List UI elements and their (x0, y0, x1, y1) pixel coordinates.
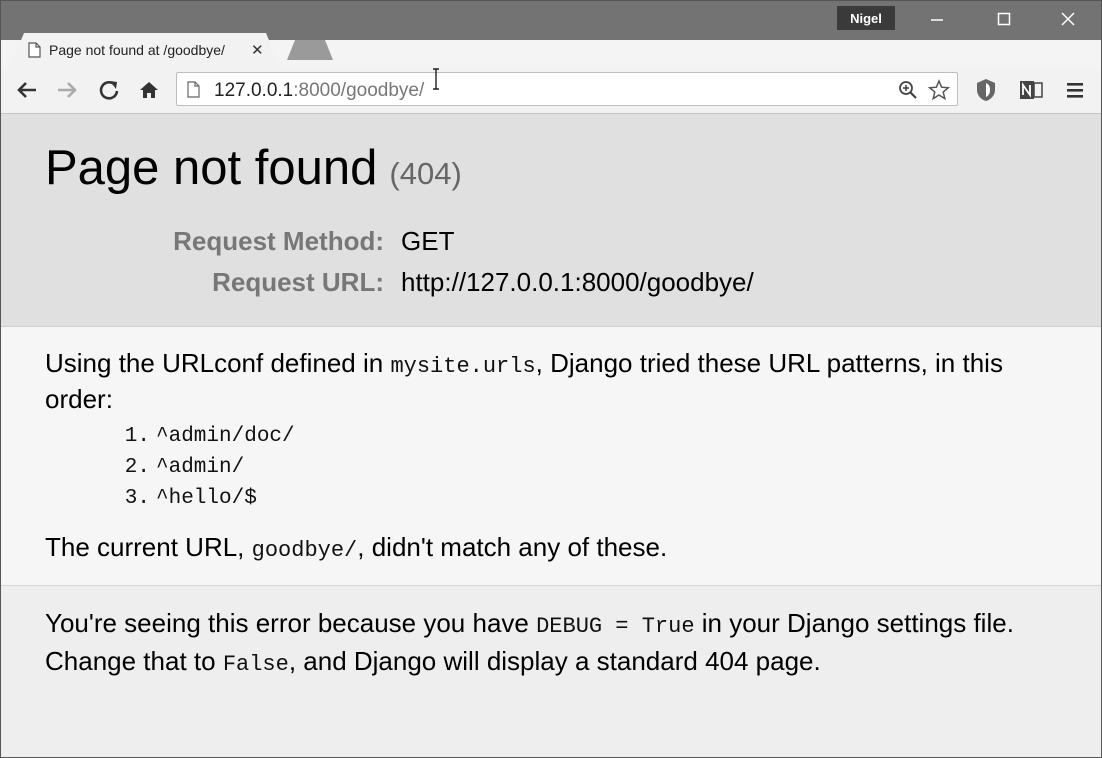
tab-active[interactable]: Page not found at /goodbye/ ✕ (10, 33, 280, 67)
onenote-icon (1020, 81, 1043, 99)
back-button[interactable] (14, 77, 40, 103)
address-bar[interactable]: 127.0.0.1:8000/goodbye/ (176, 72, 958, 106)
menu-button[interactable] (1062, 77, 1088, 103)
close-icon (1061, 12, 1075, 26)
url-pattern: ^admin/ (156, 456, 245, 479)
request-method-row: Request Method: GET (0, 226, 1102, 260)
explanation-text: You're seeing this error because you hav… (45, 606, 1045, 682)
explanation-part-3: , and Django will display a standard 404… (288, 646, 821, 676)
url-pattern-list: 1. ^admin/doc/ 2. ^admin/ 3. ^hello/$ (110, 425, 295, 518)
extension-button[interactable] (973, 77, 999, 103)
profile-button[interactable]: Nigel (837, 6, 895, 30)
mismatch-text-start: The current URL, (45, 532, 252, 562)
forward-button[interactable] (54, 77, 80, 103)
reload-button[interactable] (96, 77, 122, 103)
zoom-button[interactable] (897, 79, 919, 101)
url-host: 127.0.0.1 (214, 80, 294, 101)
url-path: :8000/goodbye/ (293, 80, 425, 101)
mismatch-text-end: , didn't match any of these. (357, 532, 668, 562)
minimize-icon (931, 19, 943, 21)
shield-extension-icon (977, 79, 995, 101)
page-icon (28, 42, 41, 58)
request-url-row: Request URL: http://127.0.0.1:8000/goodb… (0, 267, 1102, 301)
back-arrow-icon (17, 82, 36, 98)
url-pattern: ^hello/$ (156, 487, 257, 510)
hamburger-menu-icon (1067, 83, 1083, 98)
home-icon (140, 82, 158, 98)
forward-arrow-icon (58, 82, 77, 98)
error-info: Using the URLconf defined in mysite.urls… (0, 327, 1102, 586)
status-code: (404) (389, 156, 462, 191)
request-method-label: Request Method: (173, 226, 384, 256)
error-summary: Page not found (404) Request Method: GET … (0, 114, 1102, 327)
false-value: False (222, 652, 289, 677)
page-info-icon (187, 81, 200, 98)
urlconf-intro: Using the URLconf defined in mysite.urls… (45, 347, 1035, 416)
address-url: 127.0.0.1:8000/goodbye/ (214, 80, 424, 102)
zoom-icon (899, 81, 917, 99)
debug-explanation: You're seeing this error because you hav… (0, 586, 1102, 758)
list-item: 1. ^admin/doc/ (110, 425, 295, 456)
profile-name: Nigel (850, 10, 882, 26)
list-item: 2. ^admin/ (110, 456, 295, 487)
new-tab-button[interactable] (287, 40, 333, 60)
current-url: goodbye/ (251, 538, 358, 563)
urlconf-module: mysite.urls (390, 354, 536, 379)
maximize-icon (997, 12, 1011, 26)
pattern-number: 1. (124, 425, 150, 448)
debug-setting: DEBUG = True (536, 614, 695, 639)
onenote-button[interactable] (1018, 77, 1044, 103)
close-window-button[interactable] (1046, 4, 1090, 34)
home-button[interactable] (136, 77, 162, 103)
page-title-text: Page not found (45, 141, 378, 195)
request-url-label: Request URL: (212, 267, 384, 297)
mismatch-message: The current URL, goodbye/, didn't match … (45, 532, 667, 563)
text-cursor-icon (433, 68, 439, 90)
intro-text-start: Using the URLconf defined in (45, 348, 391, 378)
bookmark-star-button[interactable] (928, 79, 950, 101)
pattern-number: 3. (124, 487, 150, 510)
tab-close-icon[interactable]: ✕ (251, 41, 264, 59)
tab-title: Page not found at /goodbye/ (49, 42, 225, 58)
maximize-button[interactable] (982, 4, 1026, 34)
page-title: Page not found (404) (45, 138, 462, 204)
reload-icon (99, 81, 119, 100)
pattern-number: 2. (124, 456, 150, 479)
browser-toolbar: 127.0.0.1:8000/goodbye/ (0, 67, 1102, 114)
list-item: 3. ^hello/$ (110, 487, 295, 518)
star-icon (928, 79, 950, 101)
url-pattern: ^admin/doc/ (156, 425, 295, 448)
request-method-value: GET (401, 226, 455, 256)
explanation-part-1: You're seeing this error because you hav… (45, 608, 537, 638)
request-url-value: http://127.0.0.1:8000/goodbye/ (401, 267, 754, 297)
minimize-button[interactable] (915, 4, 959, 34)
